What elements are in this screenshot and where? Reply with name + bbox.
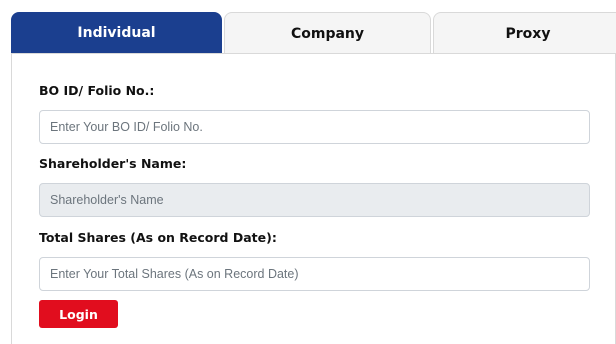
total-shares-input[interactable] — [39, 257, 590, 291]
login-widget: Individual Company Proxy BO ID/ Folio No… — [0, 0, 616, 344]
tab-bar: Individual Company Proxy — [11, 12, 616, 54]
tab-individual[interactable]: Individual — [11, 12, 222, 54]
login-form: BO ID/ Folio No.: Shareholder's Name: To… — [11, 53, 616, 344]
bo-id-label: BO ID/ Folio No.: — [39, 83, 155, 98]
bo-id-input[interactable] — [39, 110, 590, 144]
login-button[interactable]: Login — [39, 300, 118, 328]
tab-company[interactable]: Company — [224, 12, 431, 54]
shareholder-name-input — [39, 183, 590, 217]
shareholder-name-label: Shareholder's Name: — [39, 156, 187, 171]
total-shares-label: Total Shares (As on Record Date): — [39, 230, 277, 245]
tab-proxy[interactable]: Proxy — [433, 12, 616, 54]
